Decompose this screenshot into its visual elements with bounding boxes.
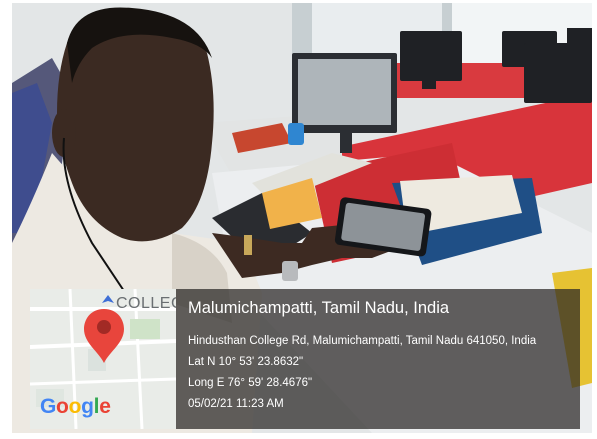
location-title: Malumichampatti, Tamil Nadu, India xyxy=(188,299,450,317)
google-logo-letter: o xyxy=(56,395,69,418)
location-info-panel: Malumichampatti, Tamil Nadu, India Hindu… xyxy=(176,289,580,429)
photo-frame: COLLEG Google Malumichampatti, Tamil Nad… xyxy=(12,3,592,433)
location-datetime: 05/02/21 11:23 AM xyxy=(188,398,284,410)
google-logo: Google xyxy=(40,395,111,419)
google-logo-letter: g xyxy=(81,395,94,418)
location-latitude: Lat N 10° 53' 23.8632" xyxy=(188,356,304,368)
location-address: Hindusthan College Rd, Malumichampatti, … xyxy=(188,335,537,347)
map-place-label: COLLEG xyxy=(116,295,176,312)
google-logo-letter: G xyxy=(40,395,57,418)
google-logo-letter: o xyxy=(68,395,82,418)
google-logo-letter: e xyxy=(99,395,111,418)
location-map-thumbnail: COLLEG Google xyxy=(30,289,176,429)
location-longitude: Long E 76° 59' 28.4676" xyxy=(188,377,313,389)
